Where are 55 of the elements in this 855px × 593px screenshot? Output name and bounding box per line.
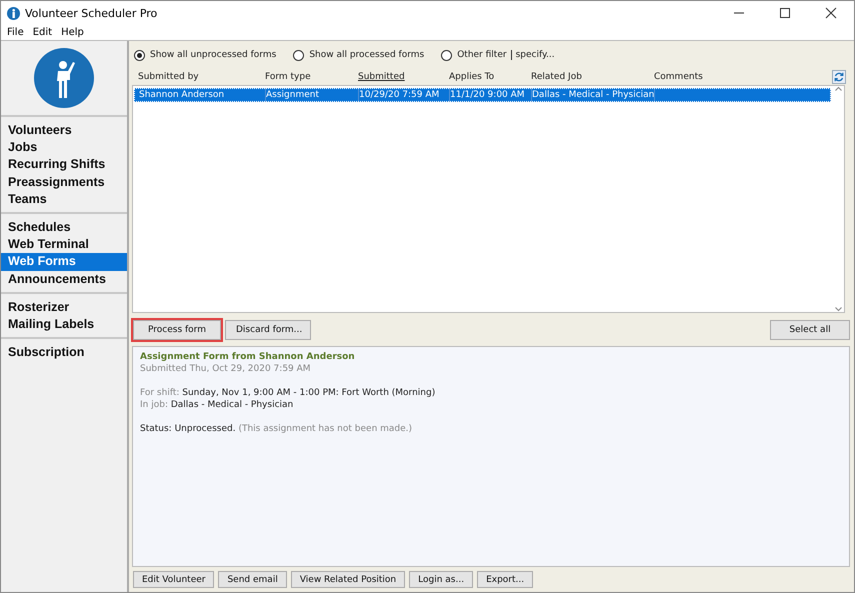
sidebar-item[interactable]: Schedules xyxy=(1,219,127,236)
scroll-up-icon[interactable] xyxy=(834,86,842,91)
radio-button[interactable] xyxy=(441,50,452,60)
menu-item[interactable]: File xyxy=(7,27,24,38)
table-cell-text: Shannon Anderson xyxy=(139,89,224,102)
status-text: Status: Unprocessed. xyxy=(140,424,236,434)
footer-button[interactable]: Login as... xyxy=(409,571,474,588)
sidebar-item[interactable]: Subscription xyxy=(1,344,127,362)
form-heading: Assignment Form from Shannon Anderson xyxy=(140,352,356,362)
field-value: Dallas - Medical - Physician xyxy=(170,400,294,410)
column-header[interactable]: Applies To xyxy=(449,72,494,82)
footer-button[interactable]: Send email xyxy=(218,571,287,588)
app-icon xyxy=(7,6,20,20)
sidebar-item[interactable]: Web Terminal xyxy=(1,236,127,254)
field-value: Sunday, Nov 1, 9:00 AM - 1:00 PM: Fort Worth (Morning) xyxy=(182,388,436,398)
radio-label[interactable]: Other filter xyxy=(457,50,507,60)
status-note: (This assignment has not been made.) xyxy=(238,424,412,434)
radio-button[interactable] xyxy=(134,50,145,60)
sidebar-item[interactable]: Teams xyxy=(1,190,127,208)
menu-item[interactable]: Help xyxy=(61,27,84,38)
submitted-text: Submitted Thu, Oct 29, 2020 7:59 AM xyxy=(140,364,312,374)
table-cell-text: 11/1/20 9:00 AM xyxy=(450,89,525,102)
radio-label[interactable]: Show all processed forms xyxy=(309,50,424,60)
window-title: Volunteer Scheduler Pro xyxy=(25,6,158,20)
sidebar-item[interactable]: Recurring Shifts xyxy=(1,156,127,174)
sidebar-item[interactable]: Web Forms xyxy=(1,253,127,271)
footer-button[interactable]: Export... xyxy=(477,571,534,588)
action-button[interactable]: Discard form... xyxy=(225,320,311,340)
column-header[interactable]: Related Job xyxy=(531,72,582,82)
sidebar-item[interactable]: Rosterizer xyxy=(1,298,127,316)
column-header[interactable]: Submitted by xyxy=(138,72,199,82)
table-cell-text: Assignment xyxy=(266,89,319,102)
column-header[interactable]: Form type xyxy=(265,72,311,82)
sidebar-item[interactable]: Mailing Labels xyxy=(1,316,127,334)
table-row[interactable]: Shannon Anderson Assignment 10/29/20 7:59 AM 11/1/20 9:00 AM Dallas - Medical - Physician xyxy=(134,88,831,102)
footer-button[interactable]: View Related Position xyxy=(290,571,406,588)
sidebar-item[interactable]: Volunteers xyxy=(1,122,127,140)
sidebar-item[interactable]: Announcements xyxy=(1,270,127,288)
table-cell-text: Dallas - Medical - Physician xyxy=(532,89,654,102)
radio-label[interactable]: Show all unprocessed forms xyxy=(150,50,276,60)
sidebar-item[interactable]: Preassignments xyxy=(1,174,127,191)
field-label: In job: xyxy=(140,400,168,410)
person-logo-icon xyxy=(34,48,94,108)
sidebar-item[interactable]: Jobs xyxy=(1,139,127,156)
select-all-button[interactable]: Select all xyxy=(770,320,850,340)
scroll-down-icon[interactable] xyxy=(834,307,842,312)
menu-item[interactable]: Edit xyxy=(32,27,52,38)
table-cell-text: 10/29/20 7:59 AM xyxy=(359,89,440,102)
column-header[interactable]: Submitted xyxy=(358,72,405,82)
specify-link[interactable]: specify... xyxy=(510,50,555,60)
column-header[interactable]: Comments xyxy=(654,72,703,82)
radio-button[interactable] xyxy=(293,50,304,60)
footer-button[interactable]: Edit Volunteer xyxy=(133,571,214,588)
field-label: For shift: xyxy=(140,388,180,398)
action-button[interactable]: Process form xyxy=(133,320,221,340)
